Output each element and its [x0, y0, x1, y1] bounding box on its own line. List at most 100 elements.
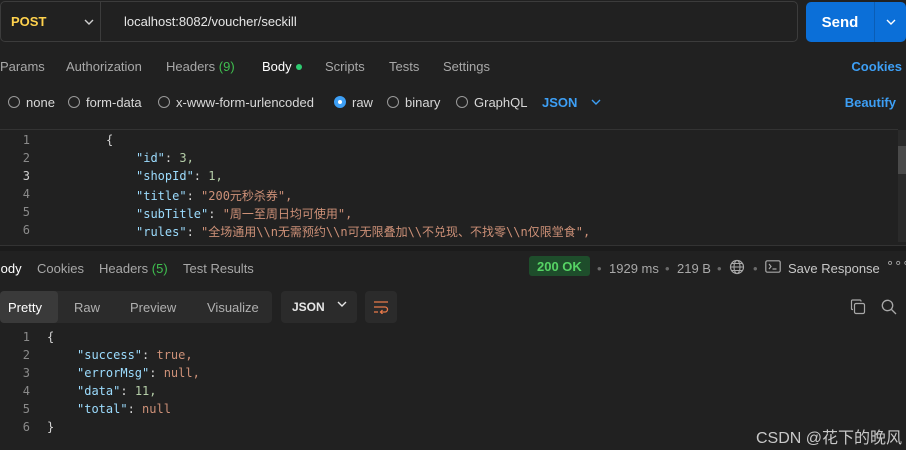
- code-line: "errorMsg": null,: [77, 366, 200, 380]
- send-button[interactable]: Send: [806, 2, 906, 42]
- response-format-label: JSON: [292, 300, 325, 314]
- beautify-button[interactable]: Beautify: [845, 95, 896, 110]
- line-number: 2: [22, 348, 30, 362]
- chevron-down-icon: [591, 99, 601, 105]
- close-brace: }: [47, 420, 55, 434]
- response-time[interactable]: 1929 ms: [609, 261, 659, 276]
- url-bar: POST localhost:8082/voucher/seckill: [0, 1, 798, 42]
- cookies-link[interactable]: Cookies: [851, 59, 902, 74]
- radio-circle-selected: [334, 96, 346, 108]
- json-value: 11,: [134, 384, 157, 398]
- globe-icon[interactable]: [729, 259, 745, 278]
- radio-circle: [8, 96, 20, 108]
- code-line: "data": 11,: [77, 384, 157, 398]
- tab-headers[interactable]: Headers (9): [166, 59, 235, 74]
- line-number: 6: [22, 223, 30, 237]
- json-value: "200元秒杀券",: [201, 189, 293, 203]
- radio-binary[interactable]: binary: [387, 95, 440, 110]
- radio-none[interactable]: none: [8, 95, 55, 110]
- tab-params[interactable]: Params: [0, 59, 45, 74]
- wrap-lines-button[interactable]: [365, 291, 397, 323]
- json-key: "title": [136, 189, 187, 203]
- save-response-button[interactable]: Save Response: [788, 261, 880, 276]
- json-key: "total": [77, 402, 128, 416]
- status-badge[interactable]: 200 OK: [529, 256, 590, 276]
- code-line: "title": "200元秒杀券",: [136, 189, 293, 203]
- tab-headers-label: Headers: [166, 58, 216, 74]
- pane-divider[interactable]: [0, 245, 906, 251]
- line-number: 1: [22, 330, 30, 344]
- tab-tests[interactable]: Tests: [389, 59, 419, 74]
- json-value: true,: [156, 348, 193, 362]
- more-options-icon[interactable]: ∘∘∘: [886, 255, 906, 271]
- url-input[interactable]: localhost:8082/voucher/seckill: [101, 14, 297, 29]
- headers-count: (9): [218, 58, 235, 74]
- tab-response-headers[interactable]: Headers (5): [99, 261, 168, 276]
- json-key: "errorMsg": [77, 366, 150, 380]
- body-type-options: none form-data x-www-form-urlencoded raw…: [0, 92, 906, 112]
- radio-none-label: none: [26, 94, 55, 110]
- json-value: 3,: [179, 151, 194, 165]
- copy-icon[interactable]: [850, 299, 866, 318]
- json-key: "data": [77, 384, 121, 398]
- request-body-editor[interactable]: 1 2 3 4 5 6 { "id": 3, "shopId": 1, "tit…: [0, 129, 898, 242]
- code-line: "success": true,: [77, 348, 193, 362]
- line-number: 4: [22, 187, 30, 201]
- radio-urlencoded-label: x-www-form-urlencoded: [176, 94, 314, 110]
- meta-separator: •: [665, 260, 670, 276]
- editor-scroll-thumb[interactable]: [898, 146, 906, 174]
- code-line: "shopId": 1,: [136, 169, 223, 183]
- json-value: "周一至周日均可使用",: [222, 207, 353, 221]
- view-pretty[interactable]: Pretty: [0, 291, 58, 323]
- tab-scripts[interactable]: Scripts: [325, 59, 365, 74]
- line-number: 3: [22, 169, 30, 183]
- json-value: null,: [163, 366, 200, 380]
- chevron-down-icon: [337, 301, 347, 307]
- watermark: CSDN @花下的晚风: [755, 430, 902, 447]
- view-visualize[interactable]: Visualize: [207, 291, 259, 323]
- send-label: Send: [821, 13, 859, 31]
- radio-circle: [158, 96, 170, 108]
- response-size[interactable]: 219 B: [677, 261, 711, 276]
- tab-response-headers-label: Headers: [99, 260, 149, 276]
- tab-body-label: Body: [262, 58, 292, 74]
- tab-test-results[interactable]: Test Results: [183, 261, 254, 276]
- line-number: 2: [22, 151, 30, 165]
- line-number: 1: [22, 133, 30, 147]
- radio-graphql[interactable]: GraphQL: [456, 95, 527, 110]
- code-line: "subTitle": "周一至周日均可使用",: [136, 207, 353, 221]
- radio-circle: [387, 96, 399, 108]
- view-raw[interactable]: Raw: [74, 291, 100, 323]
- tab-body[interactable]: Body: [262, 59, 302, 74]
- view-preview[interactable]: Preview: [130, 291, 176, 323]
- open-brace: {: [106, 133, 114, 147]
- json-value: "全场通用\\n无需预约\\n可无限叠加\\不兑现、不找零\\n仅限堂食",: [201, 225, 591, 239]
- radio-raw-label: raw: [352, 94, 373, 110]
- json-key: "shopId": [136, 169, 194, 183]
- save-response-icon: [765, 260, 781, 276]
- radio-form-data[interactable]: form-data: [68, 95, 142, 110]
- json-key: "success": [77, 348, 143, 362]
- response-tabs: Body Cookies Headers (5) Test Results 20…: [0, 255, 906, 278]
- radio-binary-label: binary: [405, 94, 441, 110]
- radio-form-data-label: form-data: [86, 94, 142, 110]
- tab-settings[interactable]: Settings: [443, 59, 490, 74]
- tab-response-cookies[interactable]: Cookies: [37, 261, 84, 276]
- format-select[interactable]: JSON: [542, 95, 601, 110]
- line-number: 5: [22, 402, 30, 416]
- line-number: 6: [22, 420, 30, 434]
- radio-urlencoded[interactable]: x-www-form-urlencoded: [158, 95, 314, 110]
- json-key: "id": [136, 151, 165, 165]
- search-icon[interactable]: [881, 299, 897, 318]
- json-value: 1,: [208, 169, 223, 183]
- tab-authorization[interactable]: Authorization: [66, 59, 142, 74]
- radio-raw[interactable]: raw: [334, 95, 373, 110]
- format-label: JSON: [542, 94, 578, 110]
- method-select[interactable]: POST: [1, 2, 101, 41]
- meta-separator: •: [717, 260, 722, 276]
- response-format-select[interactable]: JSON: [281, 291, 357, 323]
- radio-circle: [68, 96, 80, 108]
- radio-circle: [456, 96, 468, 108]
- tab-response-body[interactable]: Body: [0, 261, 22, 276]
- chevron-down-icon[interactable]: [875, 19, 906, 25]
